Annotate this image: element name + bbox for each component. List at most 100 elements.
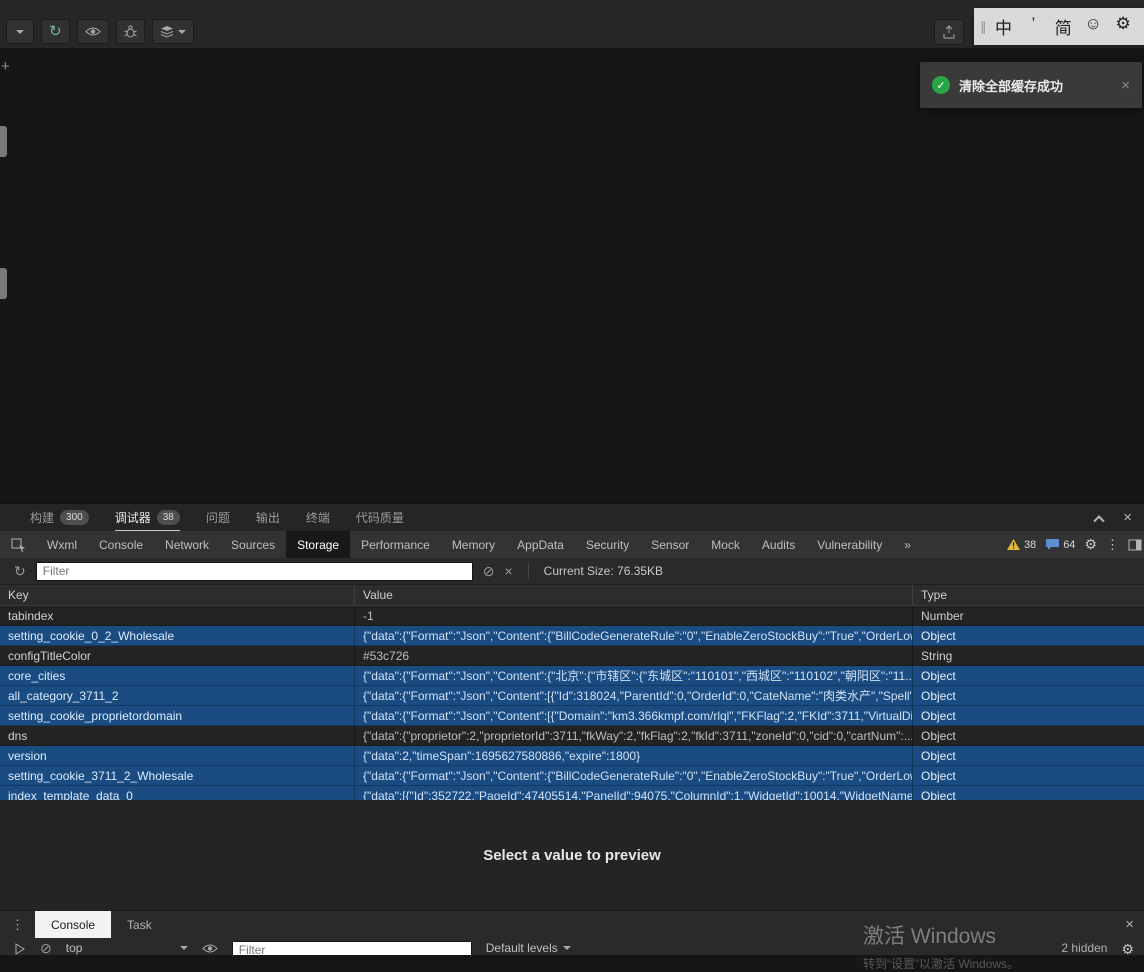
console-filter-input[interactable] xyxy=(231,941,472,955)
table-row[interactable]: version {"data":2,"timeSpan":169562758088… xyxy=(0,746,1144,766)
storage-table-header: Key Value Type xyxy=(0,585,1144,606)
debug-button[interactable] xyxy=(115,19,145,44)
refresh-icon: ↻ xyxy=(49,23,62,40)
value-preview-area: Select a value to preview xyxy=(0,800,1144,910)
current-size-label: Current Size: 76.35KB xyxy=(543,564,664,578)
console-tab-bar: ⋮ Console Task × xyxy=(0,910,1144,938)
toast-notification: ✓ 清除全部缓存成功 × xyxy=(920,62,1142,108)
emoji-picker-icon[interactable]: ☺ xyxy=(1078,14,1108,39)
devtools-tab-vulnerability[interactable]: Vulnerability xyxy=(806,531,893,558)
compile-mode-button[interactable] xyxy=(151,19,194,44)
close-panel-icon[interactable]: × xyxy=(1123,510,1132,525)
devtools-tab-mock[interactable]: Mock xyxy=(700,531,751,558)
tab-task[interactable]: Task xyxy=(111,911,168,938)
devtools-tab-sensor[interactable]: Sensor xyxy=(640,531,700,558)
warnings-indicator[interactable]: 38 xyxy=(1006,538,1036,551)
log-levels-label: Default levels xyxy=(485,941,558,955)
column-header-value[interactable]: Value xyxy=(355,585,913,605)
warning-icon xyxy=(1006,539,1020,550)
punctuation-mode-icon[interactable]: ’ xyxy=(1018,14,1048,39)
devtools-tab-appdata[interactable]: AppData xyxy=(506,531,575,558)
panel-tab[interactable]: 终端 xyxy=(306,504,330,531)
add-page-button[interactable]: + xyxy=(1,58,10,75)
bug-icon xyxy=(123,25,137,38)
table-row[interactable]: tabindex -1 Number xyxy=(0,606,1144,626)
collapsed-sidebar-handle[interactable] xyxy=(0,126,7,157)
inspect-icon xyxy=(11,538,25,552)
device-dropdown-button[interactable] xyxy=(6,19,34,44)
row-key-cell: dns xyxy=(0,726,355,745)
devtools-tab-security[interactable]: Security xyxy=(575,531,640,558)
dock-side-icon[interactable] xyxy=(1128,539,1142,551)
storage-table-body: tabindex -1 Number setting_cookie_0_2_Whole… xyxy=(0,606,1144,800)
table-row[interactable]: configTitleColor #53c726 String xyxy=(0,646,1144,666)
tab-console[interactable]: Console xyxy=(35,911,112,938)
row-value-cell: {"data":{"Format":"Json","Content":[{"Do… xyxy=(355,706,913,725)
devtools-menu-icon[interactable]: ⋮ xyxy=(1106,537,1119,553)
eye-icon xyxy=(84,27,101,36)
chinese-mode-icon[interactable]: 中 xyxy=(989,14,1019,39)
run-icon[interactable] xyxy=(14,943,26,955)
column-header-type[interactable]: Type xyxy=(913,585,1144,605)
clear-console-icon[interactable]: ⊘ xyxy=(40,941,52,955)
ime-grip-handle[interactable]: ∥ xyxy=(980,19,987,35)
table-row[interactable]: setting_cookie_3711_2_Wholesale {"data":{… xyxy=(0,766,1144,786)
devtools-tab-storage[interactable]: Storage xyxy=(286,531,351,558)
row-key-cell: setting_cookie_proprietordomain xyxy=(0,706,355,725)
preview-button[interactable] xyxy=(76,19,109,44)
context-selector[interactable]: top xyxy=(66,941,188,955)
panel-tab[interactable]: 代码质量 xyxy=(356,504,404,531)
delete-entry-icon[interactable]: × xyxy=(504,564,512,578)
panel-tab-badge: 38 xyxy=(156,509,180,525)
storage-filter-input[interactable] xyxy=(35,561,473,581)
collapse-panel-icon[interactable] xyxy=(1093,514,1105,526)
column-header-key[interactable]: Key xyxy=(0,585,355,605)
row-type-cell: Object xyxy=(921,748,956,763)
panel-tab[interactable]: 构建 300 xyxy=(30,504,89,531)
row-key-cell: version xyxy=(0,746,355,765)
panel-tab[interactable]: 调试器 38 xyxy=(114,504,180,531)
table-row[interactable]: all_category_3711_2 {"data":{"Format":"Js… xyxy=(0,686,1144,706)
ime-settings-icon[interactable]: ⚙ xyxy=(1108,14,1138,39)
devtools-tab-wxml[interactable]: Wxml xyxy=(36,531,88,558)
panel-tab-label: 问题 xyxy=(205,511,230,525)
eye-icon[interactable] xyxy=(202,943,218,954)
chat-bubble-icon xyxy=(1046,539,1060,550)
row-key-cell: core_cities xyxy=(0,666,355,685)
table-row[interactable]: dns {"data":{"proprietor":2,"proprietorId… xyxy=(0,726,1144,746)
collapsed-sidebar-handle[interactable] xyxy=(0,268,7,299)
devtools-tab-performance[interactable]: Performance xyxy=(350,531,441,558)
success-check-icon: ✓ xyxy=(932,76,950,94)
inspect-element-button[interactable] xyxy=(0,531,36,558)
upload-button[interactable] xyxy=(934,19,964,45)
devtools-settings-icon[interactable]: ⚙ xyxy=(1084,536,1097,553)
table-row[interactable]: setting_cookie_proprietordomain {"data":{… xyxy=(0,706,1144,726)
console-menu-icon[interactable]: ⋮ xyxy=(0,911,35,938)
table-row[interactable]: index_template_data_0 {"data":[{"Id":3527… xyxy=(0,786,1144,800)
warning-count: 38 xyxy=(1023,538,1037,551)
table-row[interactable]: setting_cookie_0_2_Wholesale {"data":{"Fo… xyxy=(0,626,1144,646)
devtools-tab-sources[interactable]: Sources xyxy=(220,531,286,558)
toast-close-icon[interactable]: × xyxy=(1121,77,1130,94)
devtools-tab-network[interactable]: Network xyxy=(154,531,220,558)
devtools-tab-console[interactable]: Console xyxy=(88,531,154,558)
row-key-cell: setting_cookie_3711_2_Wholesale xyxy=(0,766,355,785)
preview-placeholder-text: Select a value to preview xyxy=(483,846,661,864)
devtools-tab-memory[interactable]: Memory xyxy=(441,531,506,558)
panel-tab[interactable]: 输出 xyxy=(256,504,280,531)
watermark-subtitle: 转到“设置”以激活 Windows。 xyxy=(863,957,1020,971)
message-count: 64 xyxy=(1063,538,1076,551)
refresh-button[interactable]: ↻ xyxy=(41,19,70,44)
messages-indicator[interactable]: 64 xyxy=(1045,538,1075,551)
panel-tab[interactable]: 问题 xyxy=(206,504,230,531)
storage-refresh-icon[interactable]: ↻ xyxy=(14,564,26,578)
divider xyxy=(527,563,529,579)
clear-storage-icon[interactable]: ⊘ xyxy=(483,564,495,578)
console-settings-icon[interactable]: ⚙ xyxy=(1121,941,1134,955)
simplified-mode-icon[interactable]: 简 xyxy=(1048,14,1078,39)
devtools-tab-[interactable]: » xyxy=(893,531,922,558)
devtools-tab-audits[interactable]: Audits xyxy=(751,531,806,558)
log-levels-dropdown[interactable]: Default levels xyxy=(486,941,571,955)
table-row[interactable]: core_cities {"data":{"Format":"Json","Con… xyxy=(0,666,1144,686)
console-close-icon[interactable]: × xyxy=(1125,911,1144,938)
